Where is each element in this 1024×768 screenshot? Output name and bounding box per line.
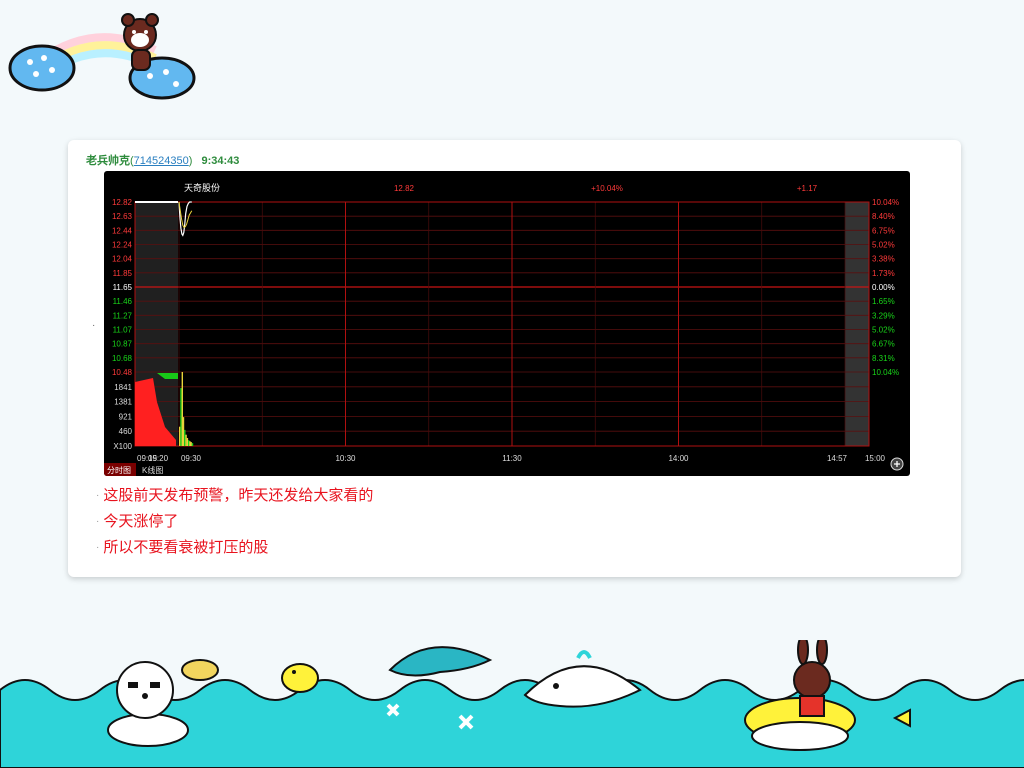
pct-tick-label: 0.00%: [872, 283, 895, 292]
time-tick-label: 10:30: [335, 454, 356, 463]
volume-bar: [184, 429, 186, 446]
fish-icon: [181, 659, 219, 681]
pct-tick-label: 10.04%: [872, 198, 899, 207]
post-line-3: · 所以不要看衰被打压的股: [96, 539, 269, 557]
volume-bar: [188, 440, 190, 446]
price-tick-label: 10.48: [112, 368, 133, 377]
price-tick-label: 11.46: [113, 297, 133, 306]
pct-tick-label: 3.38%: [872, 255, 895, 264]
header-change-label: +1.17: [797, 184, 818, 193]
pct-tick-label: 1.65%: [872, 297, 895, 306]
header-change-pct-label: +10.04%: [591, 184, 623, 193]
header-price-label: 12.82: [394, 184, 415, 193]
rabbit-icon: [793, 640, 831, 717]
pct-tick-label: 10.04%: [872, 368, 899, 377]
volume-bar: [180, 388, 182, 446]
rainbow-cloud-illustration: [8, 13, 196, 100]
pct-tick-label: 1.73%: [872, 269, 895, 278]
post-line-2: · 今天涨停了: [96, 513, 179, 531]
pct-tick-label: 5.02%: [872, 326, 895, 335]
price-tick-label: 12.63: [112, 212, 133, 221]
price-tick-label: 12.24: [112, 241, 133, 250]
pct-tick-label: 8.40%: [872, 212, 895, 221]
volume-tick-label: 1841: [114, 383, 132, 392]
volume-bar: [182, 417, 185, 446]
plot-frame: [134, 201, 870, 447]
volume-bar: [190, 442, 192, 446]
username[interactable]: 老兵帅克: [86, 155, 130, 167]
post-header: 老兵帅克(714524350) 9:34:43: [86, 155, 240, 167]
time-tick-label: 15:00: [865, 454, 886, 463]
post-text: · 这股前天发布预警，昨天还发给大家看的 · 今天涨停了 · 所以不要看衰被打压的股: [96, 483, 373, 561]
bird-icon: [281, 663, 319, 693]
post-line-1: · 这股前天发布预警，昨天还发给大家看的: [96, 487, 374, 504]
price-tick-label: 12.04: [112, 255, 133, 264]
price-tick-label: 12.82: [112, 198, 133, 207]
price-tick-label: 11.07: [113, 326, 133, 335]
volume-tick-label: 921: [119, 412, 133, 421]
tab-k-line-chart: K线图: [142, 465, 163, 475]
volume-tick-label: 1381: [114, 398, 132, 407]
volume-bar: [189, 441, 191, 446]
price-tick-label: 10.87: [112, 340, 133, 349]
volume-bar: [186, 438, 189, 446]
cloud-left-icon: [8, 44, 76, 92]
pct-tick-label: 5.02%: [872, 241, 895, 250]
volume-tick-label: 460: [119, 427, 133, 436]
pct-tick-label: 8.31%: [872, 354, 895, 363]
price-tick-label: 11.27: [113, 311, 133, 320]
price-tick-label: 11.65: [113, 283, 133, 292]
dolphin-icon: [388, 646, 493, 677]
price-tick-label: 12.44: [112, 226, 133, 235]
intraday-chart-svg: 12.82 10.04% 12.63 8.40% 12.44 6.75% 12.24 5.02…: [104, 182, 904, 476]
volume-bar: [179, 426, 181, 446]
post-card: 老兵帅克(714524350) 9:34:43 · 12.82 10.04% 12.…: [68, 140, 961, 577]
pct-tick-label: 3.29%: [872, 311, 895, 320]
time-tick-label: 09:30: [181, 454, 202, 463]
pct-tick-label: 6.75%: [872, 226, 895, 235]
price-tick-label: 10.68: [112, 354, 133, 363]
time-tick-label: 09:20: [148, 454, 169, 463]
time-tick-label: 11:30: [502, 454, 522, 463]
volume-bar: [185, 434, 187, 446]
post-market-zone: [845, 202, 869, 446]
ocean-wave-illustration: [0, 640, 1024, 768]
bullet-dot: ·: [92, 320, 96, 331]
pct-tick-label: 6.67%: [872, 340, 895, 349]
time-tick-label: 14:57: [827, 454, 848, 463]
price-tick-label: 11.85: [113, 269, 133, 278]
post-time: 9:34:43: [201, 155, 240, 167]
volume-bar: [191, 443, 194, 446]
tab-minute-chart: 分时图: [107, 465, 131, 475]
intraday-chart: 12.82 10.04% 12.63 8.40% 12.44 6.75% 12.24 5.02…: [104, 171, 910, 476]
time-tick-label: 14:00: [668, 454, 689, 463]
whale-icon: [523, 650, 642, 708]
user-id-link[interactable]: 714524350: [134, 155, 189, 167]
volume-tick-label: X100: [113, 442, 132, 451]
volume-bar: [181, 372, 183, 446]
stock-name-label: 天奇股份: [184, 182, 220, 193]
